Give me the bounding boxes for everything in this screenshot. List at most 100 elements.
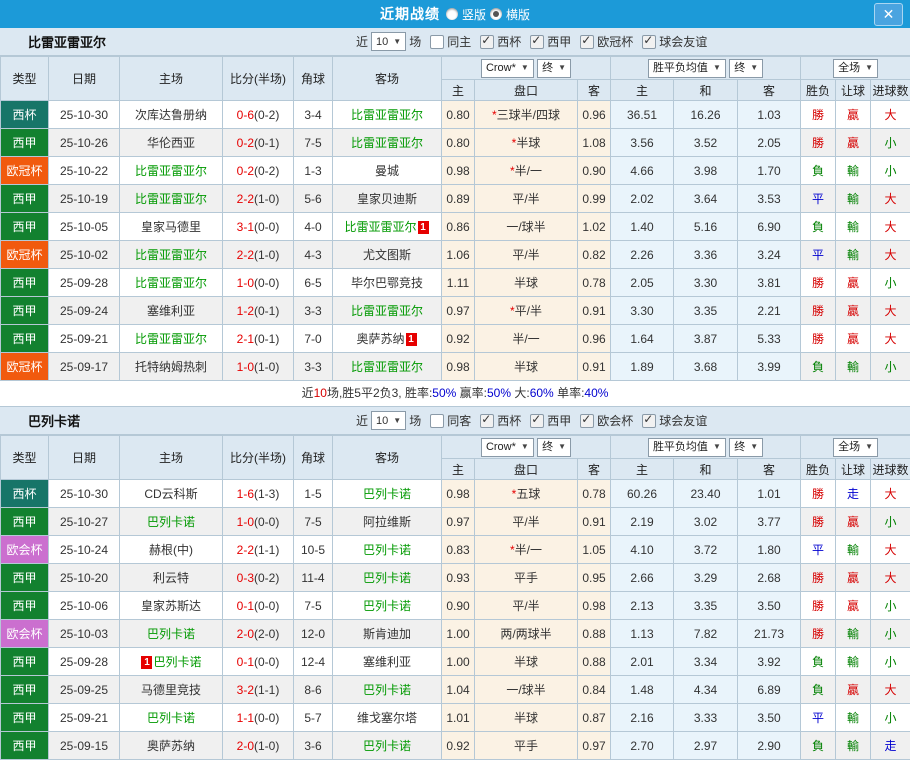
away-team-cell: 斯肯迪加 bbox=[333, 620, 442, 648]
avg-select[interactable]: 胜平负均值 ▼ bbox=[648, 438, 726, 457]
avg-final-select[interactable]: 终▼ bbox=[729, 438, 763, 457]
chevron-down-icon: ▼ bbox=[865, 439, 873, 455]
date-cell: 25-10-02 bbox=[49, 241, 120, 269]
handicap-result-cell: 輸 bbox=[836, 157, 871, 185]
corner-cell: 4-0 bbox=[294, 213, 333, 241]
games-count-select[interactable]: 10▼ bbox=[371, 411, 406, 430]
title-bar: 近期战绩 竖版 横版 ✕ bbox=[0, 0, 910, 28]
odds-final-select[interactable]: 终▼ bbox=[537, 438, 571, 457]
league-label: 欧会杯 bbox=[597, 412, 633, 429]
avg-away-cell: 6.90 bbox=[738, 213, 801, 241]
league-checkbox[interactable] bbox=[530, 35, 544, 49]
half-score: (1-0) bbox=[254, 192, 279, 206]
result-group-header: 全场▼ bbox=[801, 57, 910, 80]
type-cell: 西甲 bbox=[1, 129, 49, 157]
goals-result-cell: 大 bbox=[871, 564, 910, 592]
near-label: 近 bbox=[356, 412, 368, 429]
full-score: 2-0 bbox=[237, 739, 254, 753]
handicap-result-cell: 輸 bbox=[836, 732, 871, 760]
team-label: 马德里竞技 bbox=[141, 683, 201, 697]
same-venue-checkbox[interactable] bbox=[430, 414, 444, 428]
away-odds-cell: 0.82 bbox=[578, 241, 611, 269]
handicap-label: 半球 bbox=[514, 711, 538, 725]
table-row: 欧冠杯25-10-02比雷亚雷亚尔2-2(1-0)4-3尤文图斯1.06平/半0… bbox=[1, 241, 910, 269]
type-cell: 欧冠杯 bbox=[1, 353, 49, 381]
league-checkbox[interactable] bbox=[480, 414, 494, 428]
home-odds-cell: 0.83 bbox=[442, 536, 475, 564]
half-score: (1-1) bbox=[254, 683, 279, 697]
league-checkbox[interactable] bbox=[480, 35, 494, 49]
avg-group-header: 胜平负均值▼ 终▼ bbox=[611, 57, 801, 80]
half-score: (1-3) bbox=[254, 487, 279, 501]
odds-final-select[interactable]: 终▼ bbox=[537, 59, 571, 78]
column-header-type: 类型 bbox=[1, 57, 49, 101]
league-label: 西甲 bbox=[547, 412, 571, 429]
corner-cell: 7-5 bbox=[294, 129, 333, 157]
handicap-cell: 平/半 bbox=[475, 508, 578, 536]
corner-cell: 8-6 bbox=[294, 676, 333, 704]
away-team-cell: 塞维利亚 bbox=[333, 648, 442, 676]
handicap-label: 平/半 bbox=[512, 192, 539, 206]
close-button[interactable]: ✕ bbox=[874, 3, 903, 26]
handicap-label: 一/球半 bbox=[506, 683, 545, 697]
avg-draw-cell: 3.35 bbox=[674, 297, 738, 325]
avg-draw-cell: 3.64 bbox=[674, 185, 738, 213]
games-count-select[interactable]: 10▼ bbox=[371, 32, 406, 51]
handicap-result-cell: 輸 bbox=[836, 185, 871, 213]
score-cell: 3-1(0-0) bbox=[223, 213, 294, 241]
avg-draw-cell: 7.82 bbox=[674, 620, 738, 648]
team-label: 比雷亚雷亚尔 bbox=[135, 332, 207, 346]
radio-vertical[interactable] bbox=[446, 8, 458, 20]
league-checkbox[interactable] bbox=[642, 35, 656, 49]
avg-final-select[interactable]: 终▼ bbox=[729, 59, 763, 78]
sub-header-avg-home: 主 bbox=[611, 459, 674, 480]
away-odds-cell: 1.08 bbox=[578, 129, 611, 157]
home-odds-cell: 0.92 bbox=[442, 325, 475, 353]
away-odds-cell: 0.91 bbox=[578, 353, 611, 381]
select-value: 终 bbox=[734, 60, 745, 76]
away-odds-cell: 0.98 bbox=[578, 592, 611, 620]
chevron-down-icon: ▼ bbox=[713, 439, 721, 455]
away-team-cell: 曼城 bbox=[333, 157, 442, 185]
odds-provider-select[interactable]: Crow*▼ bbox=[481, 438, 534, 457]
sub-header-goals: 进球数 bbox=[871, 459, 910, 480]
same-venue-checkbox[interactable] bbox=[430, 35, 444, 49]
handicap-label: 两/两球半 bbox=[500, 627, 551, 641]
avg-select[interactable]: 胜平负均值▼ bbox=[648, 59, 726, 78]
odds-provider-select[interactable]: Crow*▼ bbox=[481, 59, 534, 78]
league-checkbox[interactable] bbox=[642, 414, 656, 428]
type-cell: 西甲 bbox=[1, 213, 49, 241]
summary-part: 60% bbox=[530, 386, 554, 400]
score-cell: 0-1(0-0) bbox=[223, 648, 294, 676]
sub-header-handicap: 盘口 bbox=[475, 80, 578, 101]
result-cell: 勝 bbox=[801, 269, 836, 297]
sub-header-avg-draw: 和 bbox=[674, 459, 738, 480]
away-team-cell: 巴列卡诺 bbox=[333, 592, 442, 620]
away-team-cell: 巴列卡诺 bbox=[333, 676, 442, 704]
corner-cell: 3-6 bbox=[294, 732, 333, 760]
odds-group-header: Crow*▼ 终▼ bbox=[442, 436, 611, 459]
scope-select[interactable]: 全场▼ bbox=[833, 59, 878, 78]
scope-select[interactable]: 全场▼ bbox=[833, 438, 878, 457]
away-team-cell: 奥萨苏纳1 bbox=[333, 325, 442, 353]
select-value: 胜平负均值 bbox=[653, 439, 708, 455]
sub-header-goals: 进球数 bbox=[871, 80, 910, 101]
league-checkbox[interactable] bbox=[580, 35, 594, 49]
away-odds-cell: 0.88 bbox=[578, 648, 611, 676]
column-header-date: 日期 bbox=[49, 436, 120, 480]
avg-home-cell: 2.19 bbox=[611, 508, 674, 536]
avg-home-cell: 3.56 bbox=[611, 129, 674, 157]
league-checkbox[interactable] bbox=[580, 414, 594, 428]
column-header-date: 日期 bbox=[49, 57, 120, 101]
away-team-cell: 巴列卡诺 bbox=[333, 732, 442, 760]
home-team-cell: 华伦西亚 bbox=[120, 129, 223, 157]
league-checkbox[interactable] bbox=[530, 414, 544, 428]
home-odds-cell: 0.80 bbox=[442, 129, 475, 157]
home-odds-cell: 0.98 bbox=[442, 353, 475, 381]
sub-header-odds-away: 客 bbox=[578, 459, 611, 480]
goals-result-cell: 大 bbox=[871, 241, 910, 269]
radio-vertical-label: 竖版 bbox=[462, 6, 486, 23]
radio-horizontal[interactable] bbox=[490, 8, 502, 20]
handicap-label: 半球 bbox=[514, 655, 538, 669]
type-cell: 欧会杯 bbox=[1, 620, 49, 648]
